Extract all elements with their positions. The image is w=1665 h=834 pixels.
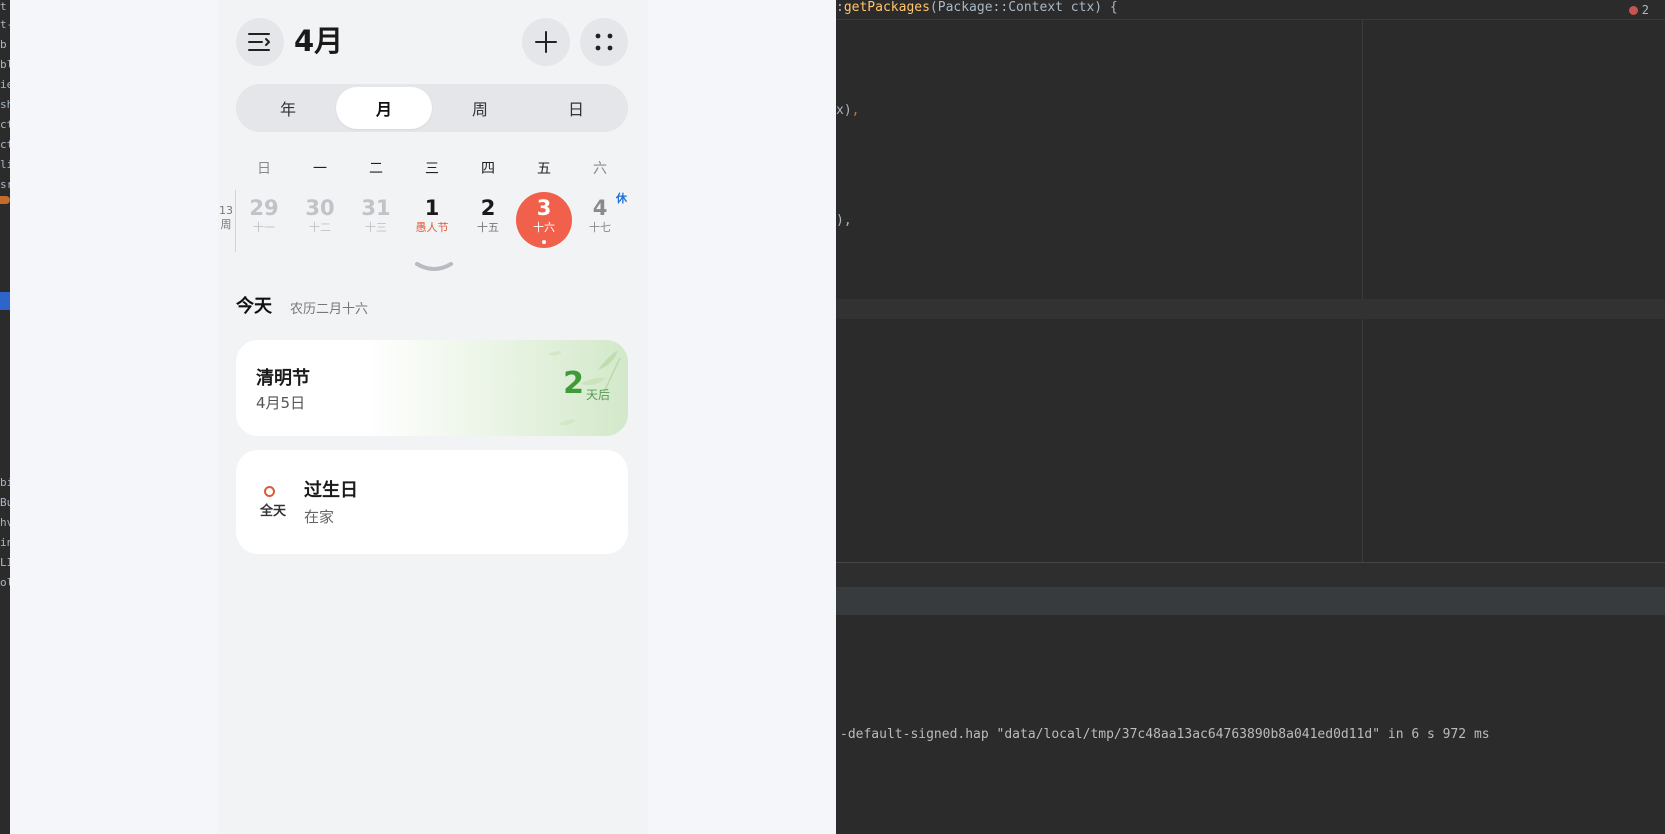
strip-text: ol bbox=[0, 576, 10, 589]
code-params: (Package::Context ctx) { bbox=[929, 0, 1118, 15]
strip-text: bl bbox=[0, 58, 10, 71]
expand-chevron-icon[interactable] bbox=[414, 260, 454, 274]
weekday-label: 一 bbox=[313, 161, 327, 177]
error-icon bbox=[1628, 6, 1638, 15]
code-prefix: : bbox=[836, 0, 844, 15]
strip-text: ct bbox=[0, 118, 10, 131]
app-header: 4月 bbox=[218, 0, 648, 84]
weekday-label: 四 bbox=[481, 161, 495, 177]
strip-text: ie bbox=[0, 78, 10, 91]
strip-text: Bu bbox=[0, 496, 10, 509]
weekday-label: 五 bbox=[537, 161, 551, 177]
strip-text: ct bbox=[0, 138, 10, 151]
strip-text: t- bbox=[0, 18, 10, 31]
error-count: 2 bbox=[1641, 3, 1649, 17]
week-number-value: 13 bbox=[219, 204, 233, 217]
day-number: 1 bbox=[424, 196, 440, 220]
day-cell[interactable]: 2 十五 bbox=[460, 192, 516, 248]
day-lunar: 十三 bbox=[365, 221, 387, 234]
tab-month[interactable]: 月 bbox=[336, 87, 432, 129]
allday-label: 全天 bbox=[259, 504, 286, 519]
plus-icon bbox=[535, 31, 557, 53]
run-panel-selected-row bbox=[836, 587, 1665, 615]
day-number: 29 bbox=[249, 196, 279, 220]
countdown-unit: 天后 bbox=[585, 388, 610, 402]
day-lunar: 十七 bbox=[589, 221, 611, 234]
day-cell[interactable]: 31 十三 bbox=[348, 192, 404, 248]
code-line[interactable]: ), bbox=[836, 213, 852, 229]
day-lunar: 十二 bbox=[309, 221, 331, 234]
month-title[interactable]: 4月 bbox=[294, 20, 343, 62]
festival-card[interactable]: 清明节 4月5日 2 天后 bbox=[236, 340, 628, 436]
today-heading: 今天 bbox=[236, 296, 272, 317]
day-cell[interactable]: 29 十一 bbox=[236, 192, 292, 248]
code-line-signature[interactable]: :getPackages(Package::Context ctx) { bbox=[836, 0, 1118, 16]
rest-day-badge: 休 bbox=[616, 192, 627, 205]
day-number: 3 bbox=[536, 196, 552, 220]
four-dots-icon bbox=[595, 33, 613, 51]
run-panel-toolbar bbox=[836, 563, 1665, 587]
day-lunar: 十六 bbox=[533, 221, 555, 234]
code-text: x) bbox=[836, 103, 852, 118]
code-line[interactable]: x), bbox=[836, 103, 859, 119]
code-comma: , bbox=[851, 103, 860, 118]
calendar-app-screen: 4月 年 月 周 日 日 一 二 三 四 五 六 13 周 29 十一 30 十… bbox=[218, 0, 648, 834]
weekday-label: 日 bbox=[257, 161, 271, 177]
festival-date: 4月5日 bbox=[256, 394, 306, 412]
strip-text: sh bbox=[0, 98, 10, 111]
code-editor: :getPackages(Package::Context ctx) { 2 x… bbox=[836, 0, 1665, 834]
week-number-suffix: 周 bbox=[220, 218, 232, 231]
menu-icon bbox=[248, 33, 270, 51]
week-number: 13 周 bbox=[218, 204, 234, 232]
weekday-label: 六 bbox=[593, 161, 607, 177]
strip-text: LI bbox=[0, 556, 10, 569]
event-color-dot bbox=[264, 486, 275, 497]
strip-text: in bbox=[0, 536, 10, 549]
day-lunar: 十五 bbox=[477, 221, 499, 234]
view-switcher: 年 月 周 日 bbox=[236, 84, 628, 132]
strip-text: hv bbox=[0, 516, 10, 529]
strip-text: b bbox=[0, 38, 7, 51]
emulator-window: 4月 年 月 周 日 日 一 二 三 四 五 六 13 周 29 十一 30 十… bbox=[10, 0, 836, 834]
code-function-name: getPackages bbox=[843, 0, 930, 15]
festival-title: 清明节 bbox=[256, 368, 310, 389]
left-ide-strip: t t- b bl ie sh ct ct lil sr bi Bu hv in… bbox=[0, 0, 10, 834]
event-card[interactable]: 全天 过生日 在家 bbox=[236, 450, 628, 554]
strip-text: bi bbox=[0, 476, 10, 489]
tab-year[interactable]: 年 bbox=[240, 87, 336, 129]
right-margin-guide bbox=[1362, 20, 1363, 562]
add-event-button[interactable] bbox=[522, 18, 570, 66]
day-lunar: 十一 bbox=[253, 221, 275, 234]
weekday-label: 二 bbox=[369, 161, 383, 177]
day-cell[interactable]: 1 愚人节 bbox=[404, 192, 460, 248]
event-location: 在家 bbox=[304, 508, 335, 526]
run-marker bbox=[0, 196, 10, 204]
run-log-line: -default-signed.hap "data/local/tmp/37c4… bbox=[840, 727, 1490, 742]
error-count-badge[interactable]: 2 bbox=[1628, 3, 1649, 17]
day-number: 31 bbox=[361, 196, 391, 220]
event-title: 过生日 bbox=[304, 480, 358, 501]
strip-text: t bbox=[0, 0, 7, 13]
strip-text: sr bbox=[0, 178, 10, 191]
day-number: 2 bbox=[480, 196, 496, 220]
today-lunar-date: 农历二月十六 bbox=[290, 302, 369, 317]
day-cell-today[interactable]: 3 十六 bbox=[516, 192, 572, 248]
weekday-header: 日 一 二 三 四 五 六 bbox=[236, 158, 628, 182]
code-text: ), bbox=[836, 213, 852, 228]
selected-marker bbox=[0, 292, 10, 310]
tab-day[interactable]: 日 bbox=[528, 87, 624, 129]
strip-text: lil bbox=[0, 158, 10, 171]
weekday-label: 三 bbox=[425, 161, 439, 177]
current-line-highlight bbox=[836, 299, 1665, 319]
menu-button[interactable] bbox=[236, 18, 284, 66]
tab-week[interactable]: 周 bbox=[432, 87, 528, 129]
day-cell[interactable]: 30 十二 bbox=[292, 192, 348, 248]
event-dot bbox=[542, 240, 546, 244]
more-button[interactable] bbox=[580, 18, 628, 66]
day-holiday-label: 愚人节 bbox=[415, 221, 449, 234]
countdown-days: 2 bbox=[563, 366, 584, 401]
day-number: 30 bbox=[305, 196, 335, 220]
